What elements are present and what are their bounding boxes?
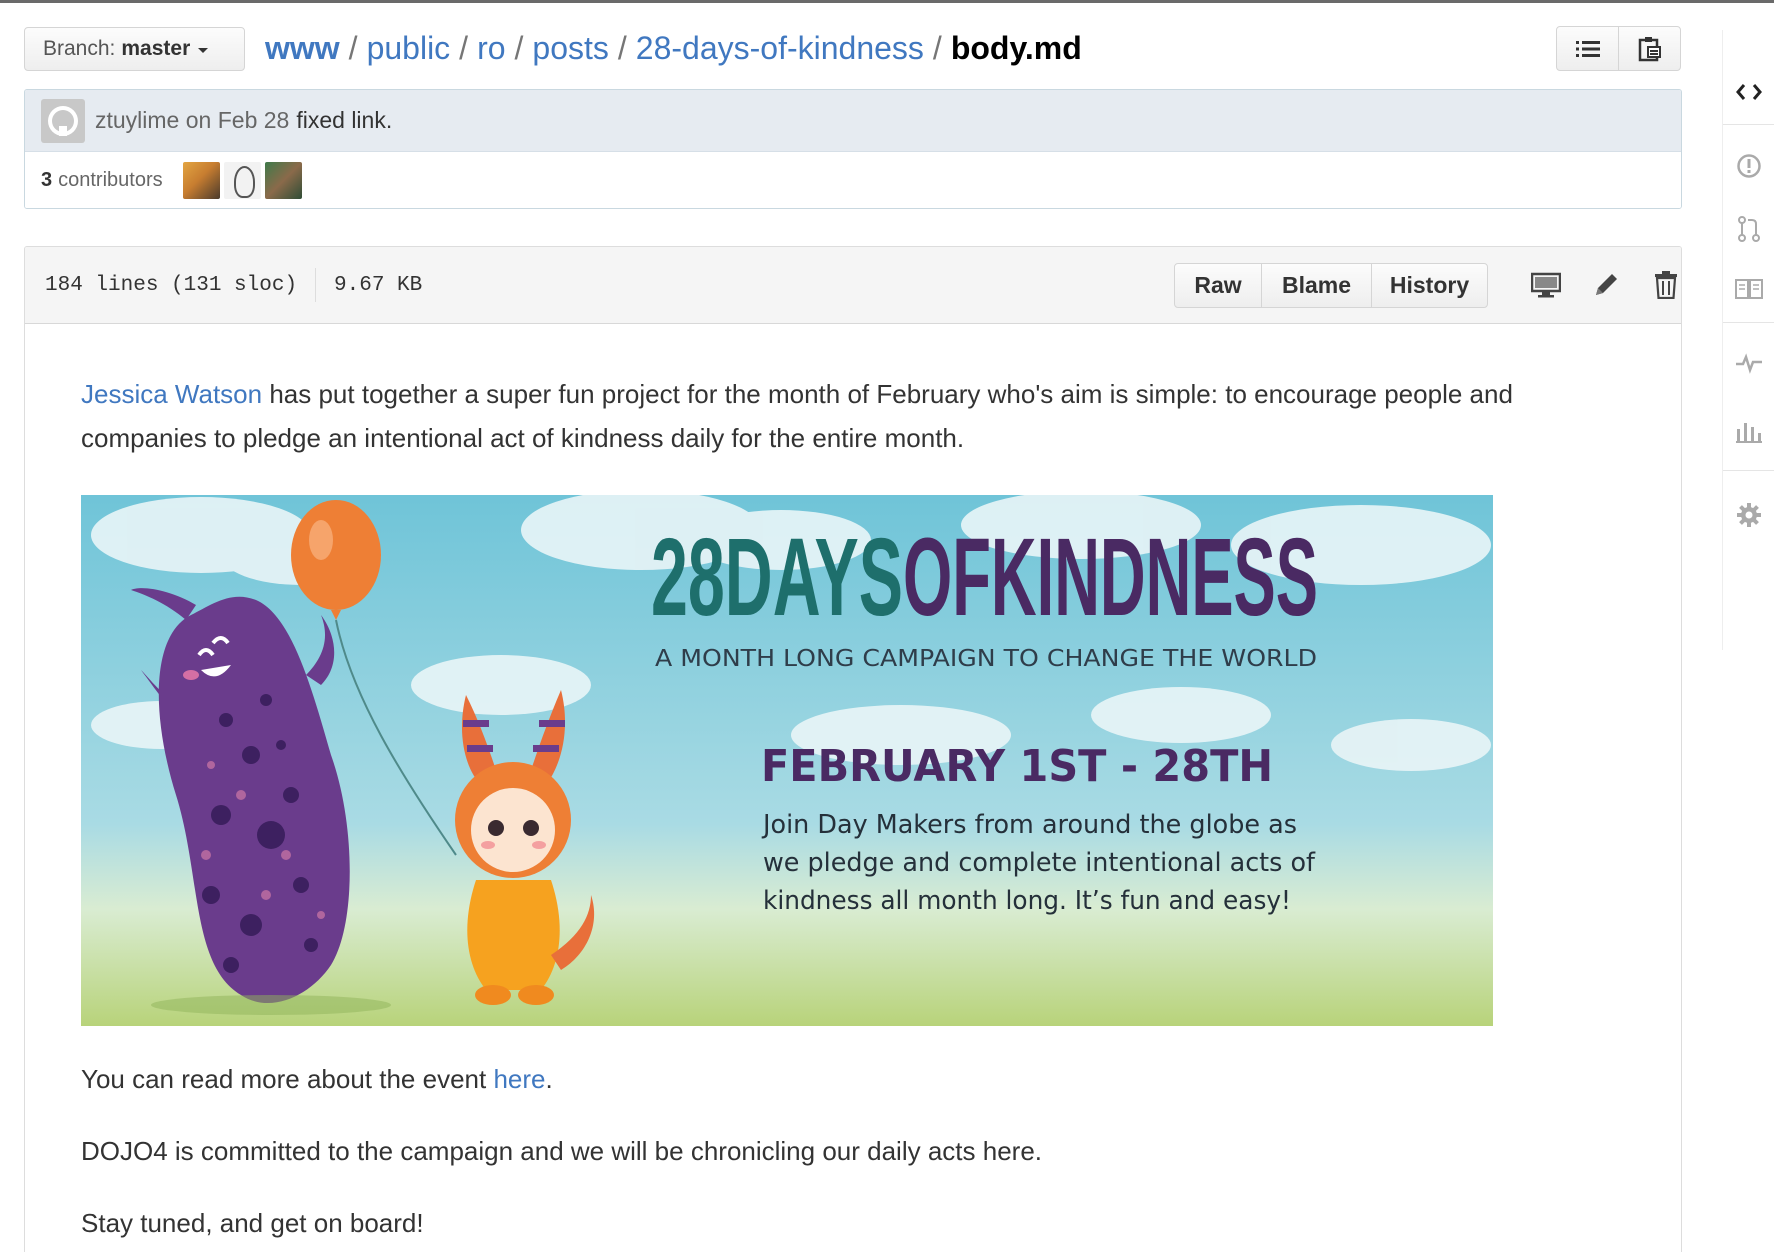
breadcrumb-link-folder[interactable]: 28-days-of-kindness [636,30,924,66]
banner-title-part2: OFKINDNESS [903,516,1318,639]
list-icon [1575,40,1600,57]
commit-date: on Feb 28 [185,107,290,133]
banner-subtitle: A MONTH LONG CAMPAIGN TO CHANGE THE WORL… [655,646,1317,672]
pencil-icon [1596,274,1617,295]
file-line-count: 184 lines (131 sloc) [45,273,298,297]
sidebar-item-settings[interactable] [1733,499,1765,531]
repo-sidebar [1722,30,1774,650]
breadcrumb-link-posts[interactable]: posts [532,30,608,66]
octocat-icon [48,105,78,136]
caret-down-icon [198,47,209,53]
sidebar-item-pull-requests[interactable] [1733,213,1765,245]
sidebar-divider [1723,124,1774,125]
delete-file-button[interactable] [1648,267,1681,303]
branch-name: master [121,37,191,60]
settings-icon [1737,503,1761,527]
banner-line-1: Join Day Makers from around the globe as [761,810,1297,840]
file-viewer: 184 lines (131 sloc) 9.67 KB Raw Blame H… [24,246,1682,1252]
dojo4-paragraph: DOJO4 is committed to the campaign and w… [81,1136,1042,1166]
trash-icon [1655,271,1677,299]
breadcrumb-separator: / [932,30,942,66]
breadcrumb-separator: / [459,30,469,66]
file-navigation-buttons [1556,26,1681,71]
branch-selector[interactable]: Branch: master [24,27,245,71]
commit-tease: ztuylime on Feb 28 fixed link. [25,90,1681,152]
file-info: 184 lines (131 sloc) 9.67 KB [45,247,422,323]
edit-file-button[interactable] [1588,267,1624,303]
file-info-divider [315,268,317,302]
banner-title-part1: 28DAYS [651,516,903,639]
banner-line-2: we pledge and complete intentional acts … [763,848,1316,878]
sidebar-divider [1723,470,1774,471]
contributor-avatar[interactable] [182,162,220,199]
jump-to-line-button[interactable] [1557,27,1618,70]
contributor-avatar[interactable] [264,162,302,199]
issue-icon [1737,154,1761,178]
contributor-avatar[interactable] [223,162,261,199]
wiki-icon [1735,279,1763,299]
breadcrumb-link-ro[interactable]: ro [477,30,505,66]
copy-path-button[interactable] [1618,27,1680,70]
banner-dates: FEBRUARY 1ST - 28TH [761,741,1273,792]
read-more-text: You can read more about the event [81,1064,494,1094]
commit-author[interactable]: ztuylime [95,107,179,134]
banner-line-3: kindness all month long. It’s fun and ea… [763,886,1291,916]
contributor-avatars [182,162,302,199]
event-here-link[interactable]: here [493,1064,545,1094]
intro-paragraph: Jessica Watson has put together a super … [81,372,1601,460]
blame-button[interactable]: Blame [1261,264,1371,307]
history-button[interactable]: History [1371,264,1487,307]
breadcrumb-link-www[interactable]: www [265,30,340,66]
breadcrumb-separator: / [617,30,627,66]
breadcrumb-link-public[interactable]: public [367,30,451,66]
code-icon [1736,84,1762,100]
file-size: 9.67 KB [334,273,423,297]
pulse-icon [1736,353,1762,374]
contributors-row: 3 contributors [25,152,1681,208]
graph-icon [1736,423,1762,443]
stay-tuned-paragraph: Stay tuned, and get on board! [81,1208,424,1238]
contributors-label[interactable]: contributors [58,169,163,192]
raw-button[interactable]: Raw [1175,264,1261,307]
readme-body-lower: You can read more about the event here. … [81,1057,1481,1252]
sidebar-item-code[interactable] [1733,76,1765,108]
author-avatar[interactable] [41,98,85,143]
latest-commit-box: ztuylime on Feb 28 fixed link. 3 contrib… [24,89,1682,209]
campaign-banner-image: 28DAYS OFKINDNESS A MONTH LONG CAMPAIGN … [81,495,1493,1026]
banner-artwork: 28DAYS OFKINDNESS A MONTH LONG CAMPAIGN … [81,495,1493,1026]
breadcrumb-separator: / [514,30,524,66]
intro-text: has put together a super fun project for… [81,379,1513,453]
readme-body: Jessica Watson has put together a super … [81,372,1601,487]
window-top-border [0,0,1774,3]
breadcrumb-separator: / [348,30,358,66]
clipboard-icon [1638,36,1661,61]
branch-label: Branch: [43,37,116,60]
commit-message[interactable]: fixed link. [296,107,392,134]
sidebar-divider [1723,322,1774,323]
file-header: 184 lines (131 sloc) 9.67 KB Raw Blame H… [25,247,1681,324]
read-more-period: . [545,1064,553,1094]
sidebar-item-wiki[interactable] [1733,273,1765,305]
jessica-watson-link[interactable]: Jessica Watson [81,379,262,409]
breadcrumb-current-file: body.md [950,30,1082,66]
breadcrumb: www / public / ro / posts/28-days-of-kindness /… [265,26,1082,70]
contributors-count[interactable]: 3 [41,169,52,192]
read-more-paragraph: You can read more about the event here. [81,1057,1481,1101]
sidebar-item-issues[interactable] [1733,150,1765,182]
sidebar-item-pulse[interactable] [1733,347,1765,379]
pull-request-icon [1738,216,1760,242]
sidebar-item-graphs[interactable] [1733,415,1765,447]
open-desktop-button[interactable] [1528,267,1564,303]
desktop-icon [1531,272,1561,298]
file-view-buttons: Raw Blame History [1174,263,1488,308]
